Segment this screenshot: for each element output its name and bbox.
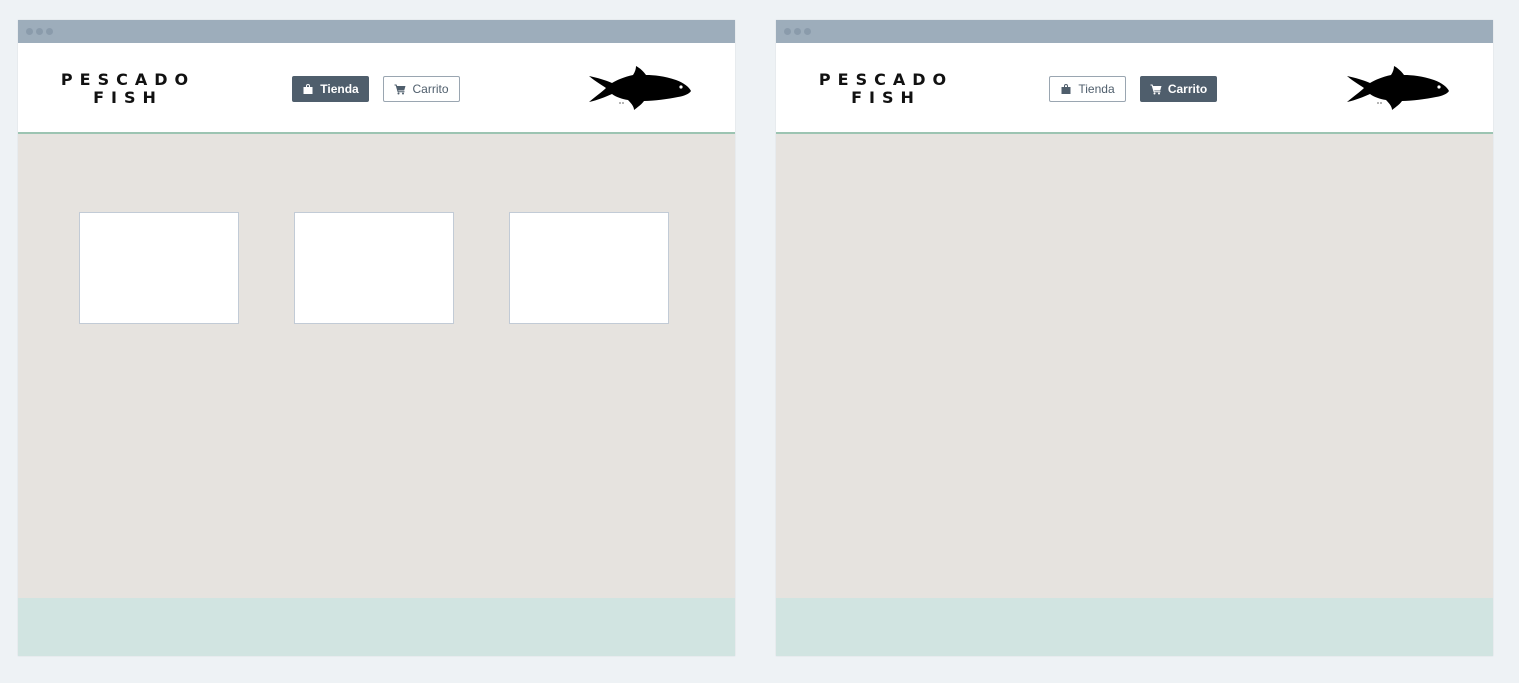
- window-maximize-dot[interactable]: [804, 28, 811, 35]
- window-minimize-dot[interactable]: [36, 28, 43, 35]
- fish-icon: [1346, 66, 1450, 112]
- browser-window-cart: PESCADO FISH Tienda Carrito: [776, 20, 1493, 656]
- site-header: PESCADO FISH Tienda Carrito: [776, 43, 1493, 134]
- window-close-dot[interactable]: [26, 28, 33, 35]
- nav-shop-button[interactable]: Tienda: [1049, 76, 1126, 102]
- site-footer: [18, 598, 735, 656]
- site-logo[interactable]: PESCADO FISH: [816, 71, 956, 107]
- cart-content: [776, 134, 1493, 598]
- nav-cart-button[interactable]: Carrito: [383, 76, 460, 102]
- nav-cart-label: Carrito: [412, 82, 449, 96]
- window-maximize-dot[interactable]: [46, 28, 53, 35]
- logo-line-2: FISH: [851, 88, 921, 107]
- shopping-cart-icon: [1150, 83, 1162, 95]
- shopping-bag-icon: [1060, 83, 1072, 95]
- fish-icon: [588, 66, 692, 112]
- window-titlebar: [776, 20, 1493, 43]
- shopping-cart-icon: [394, 83, 406, 95]
- product-card[interactable]: [79, 212, 239, 324]
- shopping-bag-icon: [302, 83, 314, 95]
- logo-line-1: PESCADO: [60, 70, 196, 89]
- site-logo[interactable]: PESCADO FISH: [58, 71, 198, 107]
- window-minimize-dot[interactable]: [794, 28, 801, 35]
- nav-cart-label: Carrito: [1167, 82, 1208, 96]
- nav-cart-button[interactable]: Carrito: [1140, 76, 1217, 102]
- nav-shop-label: Tienda: [320, 82, 359, 96]
- site-header: PESCADO FISH Tienda Carrito: [18, 43, 735, 134]
- browser-window-shop: PESCADO FISH Tienda Carrito: [18, 20, 735, 656]
- site-footer: [776, 598, 1493, 656]
- logo-line-2: FISH: [93, 88, 163, 107]
- product-card[interactable]: [294, 212, 454, 324]
- window-close-dot[interactable]: [784, 28, 791, 35]
- window-titlebar: [18, 20, 735, 43]
- nav-shop-button[interactable]: Tienda: [292, 76, 369, 102]
- shop-content: [18, 134, 735, 598]
- logo-line-1: PESCADO: [818, 70, 954, 89]
- nav-shop-label: Tienda: [1078, 82, 1115, 96]
- product-card[interactable]: [509, 212, 669, 324]
